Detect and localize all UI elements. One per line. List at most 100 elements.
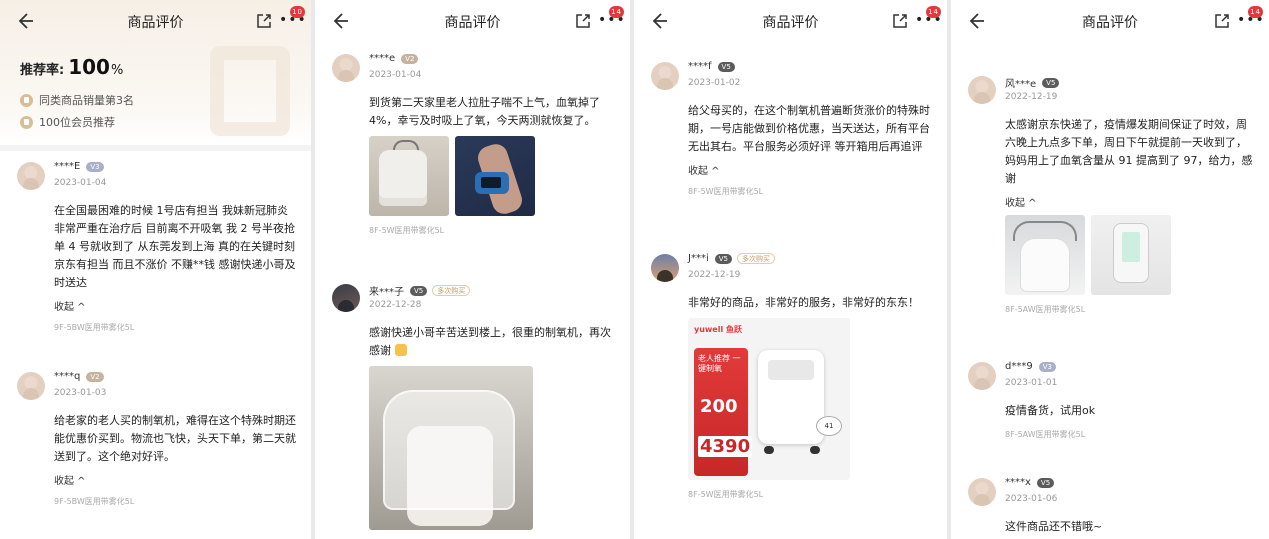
username: d***9: [1005, 361, 1033, 372]
review-date: 2022-12-28: [369, 300, 422, 310]
more-menu-button[interactable]: ••• 10: [279, 6, 306, 30]
member-level-badge: V3: [86, 161, 104, 172]
review-panel-1: 推荐率: 100 % 同类商品销量第3名 100位会员推荐 商品评价 ••• 10: [0, 0, 315, 539]
username: ****x: [1005, 477, 1031, 488]
more-menu-button[interactable]: ••• 14: [598, 6, 625, 30]
review-image-oximeter[interactable]: [455, 136, 535, 216]
member-level-badge: V5: [717, 61, 735, 72]
review-image-oximeter[interactable]: [1091, 215, 1171, 295]
review-images: [1005, 215, 1269, 295]
rate-unit: %: [110, 63, 124, 78]
product-spec: 9F-5BW医用带雾化5L: [54, 323, 135, 332]
sales-rank-text: 同类商品销量第3名: [39, 94, 134, 107]
notification-badge: 14: [926, 6, 941, 18]
member-level-badge: V5: [410, 285, 428, 296]
review-date: 2023-01-06: [1005, 494, 1058, 504]
member-level-badge: V5: [714, 253, 732, 264]
review-date: 2023-01-04: [369, 70, 422, 80]
nav-header: 商品评价 ••• 14: [951, 0, 1269, 44]
avatar[interactable]: [968, 76, 996, 104]
review-text: 到货第二天家里老人拉肚子喘不上气，血氧掉了4%，幸亏及时吸上了氧，今天两测就恢复…: [369, 96, 600, 127]
recommend-rate: 推荐率: 100 %: [20, 55, 123, 79]
ad-discount: 200: [700, 396, 738, 417]
review-item: 来***子 V5 多次购买 2022-12-28 感谢快递小哥辛苦送到楼上，很重的制…: [315, 282, 630, 530]
review-item: J***i V5 多次购买 2022-12-19 非常好的商品，非常好的服务，非常好…: [634, 252, 947, 500]
more-menu-button[interactable]: ••• 14: [1237, 6, 1264, 30]
member-level-badge: V3: [1038, 361, 1056, 372]
review-images: yuwell 鱼跃 老人推荐 一键制氧 200 4390 41: [688, 318, 947, 480]
member-level-badge: V5: [1036, 477, 1055, 488]
ad-wheel: [764, 446, 774, 454]
review-image-packaged-machine[interactable]: [369, 366, 533, 530]
review-image-product-ad[interactable]: yuwell 鱼跃 老人推荐 一键制氧 200 4390 41: [688, 318, 850, 480]
decorative-logo-shape: [210, 46, 290, 136]
back-arrow-icon[interactable]: [648, 10, 670, 32]
notification-badge: 10: [290, 6, 305, 18]
more-menu-button[interactable]: ••• 14: [915, 6, 942, 30]
username: 风***e: [1005, 79, 1037, 90]
review-images: [369, 366, 630, 530]
avatar[interactable]: [17, 162, 45, 190]
product-spec: 8F-5AW医用带雾化5L: [1005, 430, 1086, 439]
review-image-oxygen-machine[interactable]: [1005, 215, 1085, 295]
rate-value: 100: [68, 55, 110, 79]
review-text: 疫情备货，试用ok: [1005, 404, 1096, 417]
review-item: ****e V2 2023-01-04 到货第二天家里老人拉肚子喘不上气，血氧掉了…: [315, 52, 630, 236]
ad-promo-text: 老人推荐 一键制氧: [698, 354, 741, 373]
back-arrow-icon[interactable]: [14, 10, 36, 32]
thumbs-up-icon: [394, 344, 407, 356]
collapse-button[interactable]: 收起 ^: [54, 472, 311, 487]
share-icon[interactable]: [1213, 12, 1231, 30]
nav-header: 商品评价 ••• 14: [634, 0, 947, 44]
ad-machine-shape: [758, 350, 824, 444]
review-item: d***9 V3 2023-01-01 疫情备货，试用ok 8F-5AW医用带雾化…: [951, 360, 1269, 440]
back-arrow-icon[interactable]: [329, 10, 351, 32]
review-panel-2: 商品评价 ••• 14 ****e V2 2023-01-04 到货第二天家里老人拉…: [315, 0, 634, 539]
avatar[interactable]: [968, 478, 996, 506]
review-panel-4: 商品评价 ••• 14 风***e V5 2022-12-19 太感谢京东快递了，疫…: [951, 0, 1269, 539]
ad-capacity-label: 41: [816, 416, 842, 436]
notification-badge: 14: [1248, 6, 1263, 18]
avatar[interactable]: [332, 54, 360, 82]
share-icon[interactable]: [255, 12, 273, 30]
back-arrow-icon[interactable]: [965, 10, 987, 32]
review-item: ****f V5 2023-01-02 给父母买的，在这个制氧机普遍断货涨价的特殊…: [634, 60, 947, 197]
username: J***i: [688, 253, 709, 264]
collapse-button[interactable]: 收起 ^: [1005, 194, 1269, 209]
review-text: 给老家的老人买的制氧机，难得在这个特殊时期还能优惠价买到。物流也飞快，头天下单，…: [54, 414, 296, 463]
product-spec: 8F-5W医用带雾化5L: [369, 226, 445, 235]
avatar[interactable]: [968, 362, 996, 390]
avatar[interactable]: [651, 254, 679, 282]
review-item: 风***e V5 2022-12-19 太感谢京东快递了，疫情爆发期间保证了时效，…: [951, 74, 1269, 315]
member-recommend-badge: 100位会员推荐: [20, 114, 115, 130]
avatar[interactable]: [651, 62, 679, 90]
username: ****f: [688, 61, 712, 72]
avatar[interactable]: [332, 284, 360, 312]
page-title: 商品评价: [762, 15, 819, 31]
review-text: 给父母买的，在这个制氧机普遍断货涨价的特殊时期，一号店能做到价格优惠，当天送达，…: [688, 104, 930, 153]
collapse-button[interactable]: 收起 ^: [688, 162, 947, 177]
review-item: ****q V2 2023-01-03 给老家的老人买的制氧机，难得在这个特殊时期…: [0, 370, 311, 507]
username: ****e: [369, 53, 396, 64]
collapse-button[interactable]: 收起 ^: [54, 298, 311, 313]
product-spec: 8F-5W医用带雾化5L: [688, 490, 764, 499]
rate-label: 推荐率:: [20, 63, 65, 78]
review-text: 在全国最困难的时候 1号店有担当 我妹新冠肺炎非常严重在治疗后 目前离不开吸氧 …: [54, 204, 296, 289]
member-level-badge: V5: [1042, 77, 1060, 88]
avatar[interactable]: [17, 372, 45, 400]
divider: [0, 145, 311, 151]
medal-icon: [20, 115, 33, 129]
review-item: ****x V5 2023-01-06 这件商品还不错哦~: [951, 476, 1269, 536]
product-spec: 8F-5W医用带雾化5L: [688, 187, 764, 196]
product-spec: 9F-5BW医用带雾化5L: [54, 497, 135, 506]
review-text: 这件商品还不错哦~: [1005, 520, 1103, 533]
review-image-oxygen-machine[interactable]: [369, 136, 449, 216]
username: ****q: [54, 371, 81, 382]
share-icon[interactable]: [891, 12, 909, 30]
review-date: 2022-12-19: [1005, 92, 1058, 102]
medal-icon: [20, 93, 33, 107]
ad-price: 4390: [698, 436, 753, 457]
share-icon[interactable]: [574, 12, 592, 30]
review-date: 2023-01-02: [688, 78, 741, 88]
review-panel-3: 商品评价 ••• 14 ****f V5 2023-01-02 给父母买的，在这个制…: [634, 0, 951, 539]
